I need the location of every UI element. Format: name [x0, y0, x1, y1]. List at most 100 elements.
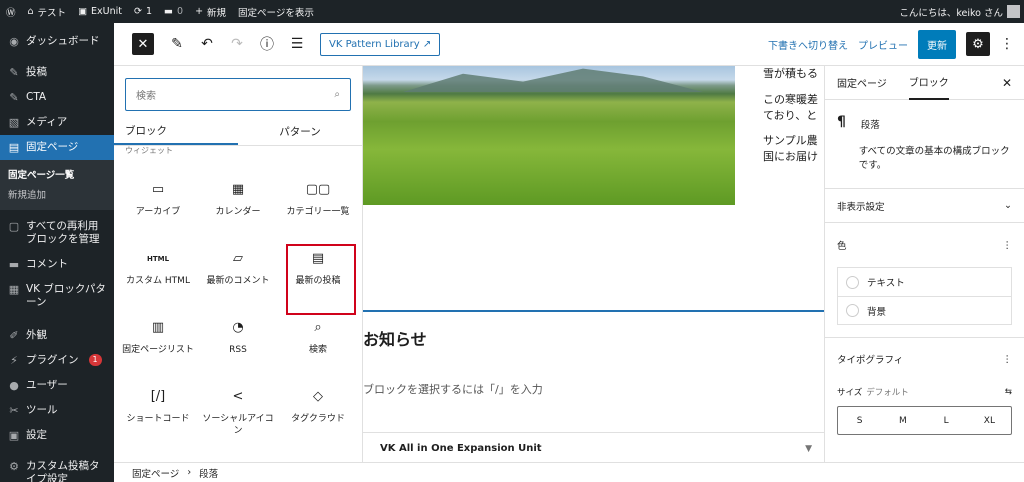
sidebar-item-pages[interactable]: ▤ 固定ページ [0, 135, 114, 160]
block-grid: ▭ アーカイブ ▦ カレンダー ▢▢ カテゴリー一覧 HTML カスタム HTML ▱ 最… [118, 170, 358, 446]
block-card-title: 段落 [860, 120, 880, 131]
color-text-item[interactable]: テキスト [838, 268, 1011, 296]
caret-down-icon: ▼ [805, 443, 812, 454]
block-tag-cloud[interactable]: ◇ タグクラウド [278, 377, 358, 446]
site-name-link[interactable]: ⌂ テスト [22, 0, 73, 23]
hide-settings-panel-toggle[interactable]: 非表示設定 ⌄ [825, 189, 1024, 223]
pencil-icon: ✎ [171, 36, 183, 52]
block-categories[interactable]: ▢▢ カテゴリー一覧 [278, 170, 358, 239]
text-color-swatch [846, 275, 859, 289]
breadcrumb-page[interactable]: 固定ページ [132, 466, 179, 480]
exunit-link[interactable]: ▣ ExUnit [72, 0, 128, 23]
paragraph-3-line2[interactable]: 国にお届け [763, 149, 824, 165]
size-default-label: デフォルト [866, 388, 909, 398]
custom-size-button[interactable]: ⇆ [1005, 387, 1012, 397]
paragraph-1[interactable]: 雪が積もる [763, 66, 824, 82]
view-page-link[interactable]: 固定ページを表示 [232, 0, 320, 23]
block-page-list[interactable]: ▥ 固定ページリスト [118, 308, 198, 377]
close-icon: ✕ [137, 36, 149, 52]
redo-button[interactable]: ↷ [224, 31, 250, 57]
heading-block[interactable]: お知らせ [363, 326, 427, 350]
exunit-icon: ▣ [78, 6, 88, 17]
search-icon: ⌕ [314, 320, 322, 335]
paragraph-3-line1[interactable]: サンプル農 [763, 133, 824, 149]
paragraph-blocks[interactable]: 雪が積もる この寒暖差 ており、と サンプル農 国にお届け [763, 66, 824, 174]
tab-block[interactable]: ブロック [908, 66, 949, 100]
updates-link[interactable]: ⟳ 1 [128, 0, 158, 23]
refresh-icon: ⟳ [134, 6, 142, 17]
update-button[interactable]: 更新 [918, 29, 956, 59]
preview-button[interactable]: プレビュー [858, 37, 908, 52]
list-view-button[interactable]: ☰ [284, 31, 310, 57]
sidebar-item-posts[interactable]: ✎ 投稿 [0, 60, 114, 85]
dashboard-icon: ◉ [9, 35, 19, 48]
block-search[interactable]: ⌕ 検索 [278, 308, 358, 377]
sidebar-item-appearance[interactable]: ✐ 外観 [0, 315, 114, 348]
block-latest-posts[interactable]: ▤ 最新の投稿 [278, 239, 358, 315]
switch-to-draft-button[interactable]: 下書きへ切り替え [768, 37, 848, 52]
more-vertical-icon: ⋮ [1002, 353, 1013, 365]
undo-button[interactable]: ↶ [194, 31, 220, 57]
admin-sidebar: ◉ ダッシュボード ✎ 投稿 ✎ CTA ▧ メディア ▤ 固定ページ 固定ページ一覧 新… [0, 23, 114, 482]
block-latest-comments[interactable]: ▱ 最新のコメント [198, 239, 278, 308]
sidebar-item-cta[interactable]: ✎ CTA [0, 85, 114, 110]
tab-page[interactable]: 固定ページ [837, 66, 887, 100]
typography-options-button[interactable]: ⋮ [1003, 354, 1013, 365]
paragraph-2-line2[interactable]: ており、と [763, 108, 824, 124]
sidebar-item-reusable[interactable]: ▢ すべての再利用ブロックを管理 [0, 210, 114, 252]
settings-sidebar: 固定ページ ブロック ✕ ¶ 段落 すべての文章の基本の構成ブロックです。 非表… [824, 66, 1024, 462]
pin-icon: ✎ [9, 66, 19, 79]
page-icon: ▤ [8, 141, 20, 154]
home-icon: ⌂ [27, 6, 34, 17]
block-shortcode[interactable]: [/] ショートコード [118, 377, 198, 446]
sidebar-item-settings[interactable]: ▣ 設定 [0, 423, 114, 448]
sidebar-item-custom-post[interactable]: ⚙ カスタム投稿タイプ設定 [0, 448, 114, 482]
block-archives[interactable]: ▭ アーカイブ [118, 170, 198, 239]
tab-patterns[interactable]: パターン [238, 118, 362, 145]
sidebar-item-tools[interactable]: ✂ ツール [0, 398, 114, 423]
close-settings-button[interactable]: ✕ [1002, 76, 1012, 90]
settings-toggle-button[interactable]: ⚙ [966, 32, 990, 56]
sidebar-item-comments[interactable]: ▬ コメント [0, 252, 114, 277]
new-content-link[interactable]: + 新規 [189, 0, 232, 23]
sidebar-item-plugins[interactable]: ⚡ プラグイン 1 [0, 348, 114, 373]
gear-icon: ⚙ [9, 460, 19, 473]
block-search-input[interactable]: 検索 ⌕ [125, 78, 351, 111]
comments-link[interactable]: ▬ 0 [158, 0, 189, 23]
details-button[interactable]: ⓘ [254, 31, 280, 57]
block-custom-html[interactable]: HTML カスタム HTML [118, 239, 198, 308]
redo-icon: ↷ [231, 36, 243, 52]
block-calendar[interactable]: ▦ カレンダー [198, 170, 278, 239]
paragraph-2-line1[interactable]: この寒暖差 [763, 92, 824, 108]
more-options-button[interactable]: ⋮ [1000, 36, 1014, 52]
block-card: ¶ 段落 すべての文章の基本の構成ブロックです。 [825, 100, 1024, 189]
color-background-item[interactable]: 背景 [838, 296, 1011, 324]
pin-icon: ✎ [9, 91, 19, 104]
size-option-s[interactable]: S [838, 407, 881, 434]
sidebar-item-dashboard[interactable]: ◉ ダッシュボード [0, 23, 114, 60]
size-option-m[interactable]: M [881, 407, 924, 434]
sidebar-item-vk-patterns[interactable]: ▦ VK ブロックパターン [0, 277, 114, 315]
empty-paragraph-placeholder[interactable]: ブロックを選択するには「/」を入力 [363, 381, 543, 397]
breadcrumb-paragraph[interactable]: 段落 [199, 466, 218, 480]
sidebar-item-users[interactable]: ● ユーザー [0, 373, 114, 398]
color-options-button[interactable]: ⋮ [1003, 240, 1013, 251]
size-option-xl[interactable]: XL [968, 407, 1011, 434]
rice-field-image[interactable] [363, 66, 735, 205]
my-account-link[interactable]: こんにちは、keiko さん [893, 0, 1024, 23]
sidebar-subitem-pages-all[interactable]: 固定ページ一覧 [0, 164, 114, 184]
sidebar-subitem-pages-new[interactable]: 新規追加 [0, 184, 114, 204]
sidebar-item-media[interactable]: ▧ メディア [0, 110, 114, 135]
vk-expansion-panel[interactable]: VK All in One Expansion Unit ▼ [363, 432, 824, 462]
tag-icon: ◇ [313, 389, 323, 404]
tools-button[interactable]: ✎ [164, 31, 190, 57]
share-icon: < [232, 389, 244, 404]
block-social-icons[interactable]: < ソーシャルアイコン [198, 377, 278, 446]
wp-logo-icon[interactable]: Ⓦ [0, 0, 22, 23]
pattern-library-button[interactable]: VK Pattern Library ↗ [320, 32, 441, 56]
editor-toolbar: ✕ ✎ ↶ ↷ ⓘ ☰ VK Pattern Library ↗ 下書きへ切り替… [114, 23, 1024, 66]
close-inserter-button[interactable]: ✕ [132, 33, 154, 55]
size-option-l[interactable]: L [925, 407, 968, 434]
tab-blocks[interactable]: ブロック [114, 118, 238, 145]
block-rss[interactable]: ◔ RSS [198, 308, 278, 377]
